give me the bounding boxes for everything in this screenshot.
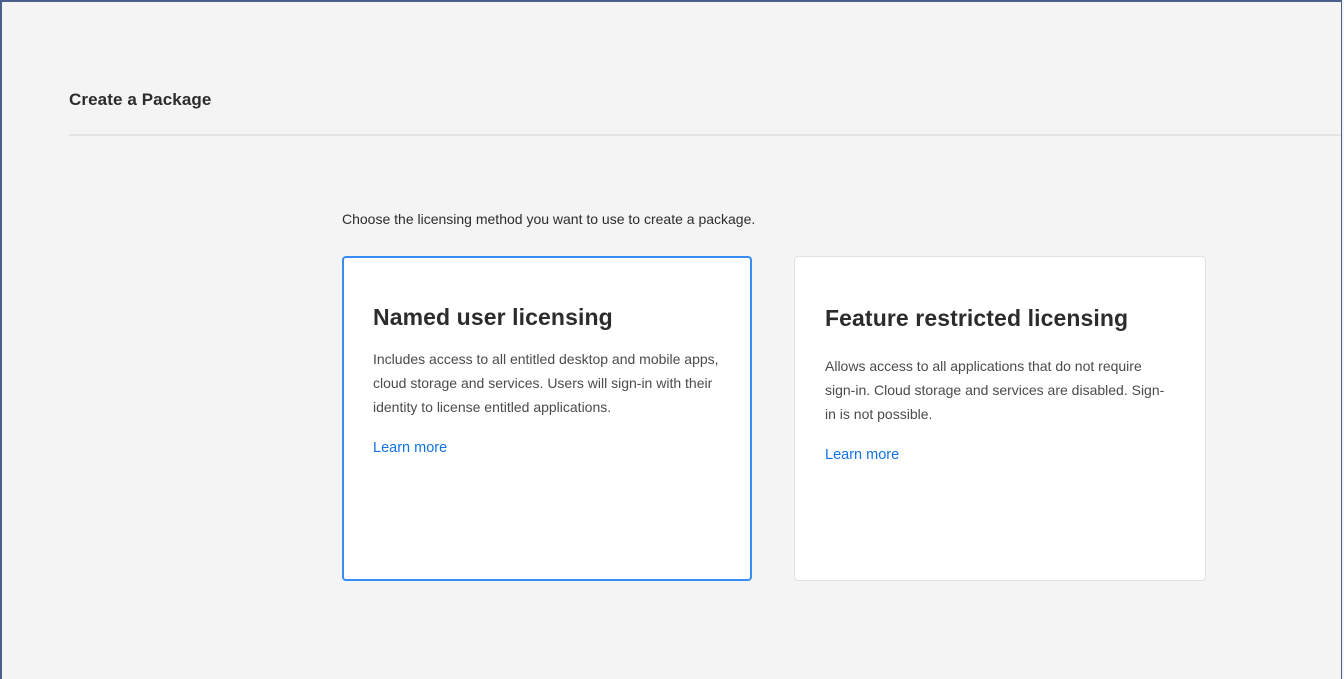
card-description: Includes access to all entitled desktop … [373,351,719,415]
learn-more-link[interactable]: Learn more [825,447,899,463]
card-title: Named user licensing [373,304,613,330]
feature-restricted-licensing-card[interactable]: Feature restricted licensing Allows acce… [794,256,1206,581]
page-header: Create a Package [69,90,1341,110]
named-user-licensing-card[interactable]: Named user licensing Includes access to … [342,256,752,581]
intro-text: Choose the licensing method you want to … [342,211,756,227]
app-frame: Create a Package Choose the licensing me… [0,0,1342,679]
card-description: Allows access to all applications that d… [825,358,1165,422]
learn-more-link[interactable]: Learn more [373,440,447,456]
card-title: Feature restricted licensing [825,305,1129,331]
header-divider [69,134,1341,136]
page-title: Create a Package [69,90,212,109]
